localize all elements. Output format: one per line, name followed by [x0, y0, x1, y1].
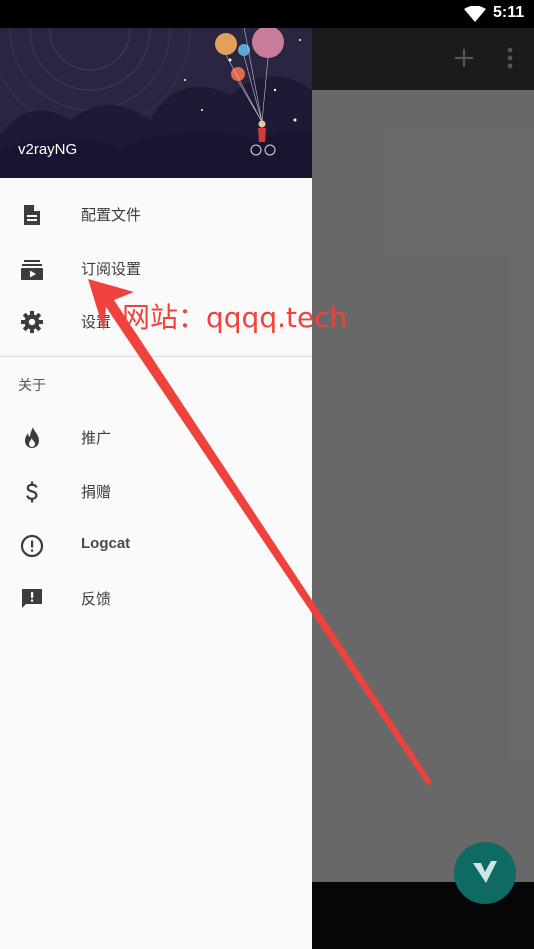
wifi-icon — [464, 6, 486, 22]
app-name: v2rayNG — [18, 141, 78, 158]
menu-item-profiles[interactable]: 配置文件 — [0, 187, 312, 241]
navigation-drawer: v2rayNG 配置文件 订阅设置 设置 关于 推广 捐赠 Logcat 反馈 — [0, 0, 312, 949]
alert-circle-icon — [20, 534, 44, 558]
fire-icon — [25, 427, 39, 448]
menu-item-label: 设置 — [81, 313, 112, 331]
menu-item-logcat[interactable]: Logcat — [0, 518, 312, 572]
watermark-text: 网站：qqqq.tech — [122, 301, 348, 334]
section-header-about: 关于 — [18, 378, 46, 394]
divider — [0, 356, 312, 357]
menu-item-feedback[interactable]: 反馈 — [0, 571, 312, 625]
menu-item-label: 反馈 — [81, 590, 112, 608]
status-bar: 5:11 — [0, 0, 534, 28]
subscriptions-icon — [21, 260, 43, 280]
menu-item-label: 捐赠 — [81, 483, 112, 501]
connect-fab[interactable] — [454, 842, 516, 904]
gear-icon — [21, 311, 43, 333]
menu-item-label: 配置文件 — [81, 206, 142, 224]
clock: 5:11 — [493, 4, 525, 21]
menu-item-label: 订阅设置 — [81, 260, 142, 278]
v-logo-icon — [473, 861, 497, 884]
menu-item-subscriptions[interactable]: 订阅设置 — [0, 241, 312, 295]
dollar-icon — [26, 481, 38, 503]
menu-item-label: 推广 — [81, 429, 112, 447]
menu-item-donate[interactable]: 捐赠 — [0, 464, 312, 518]
menu-item-promotion[interactable]: 推广 — [0, 410, 312, 464]
document-icon — [24, 205, 40, 225]
menu-item-label: Logcat — [81, 535, 131, 552]
feedback-icon — [22, 589, 42, 608]
